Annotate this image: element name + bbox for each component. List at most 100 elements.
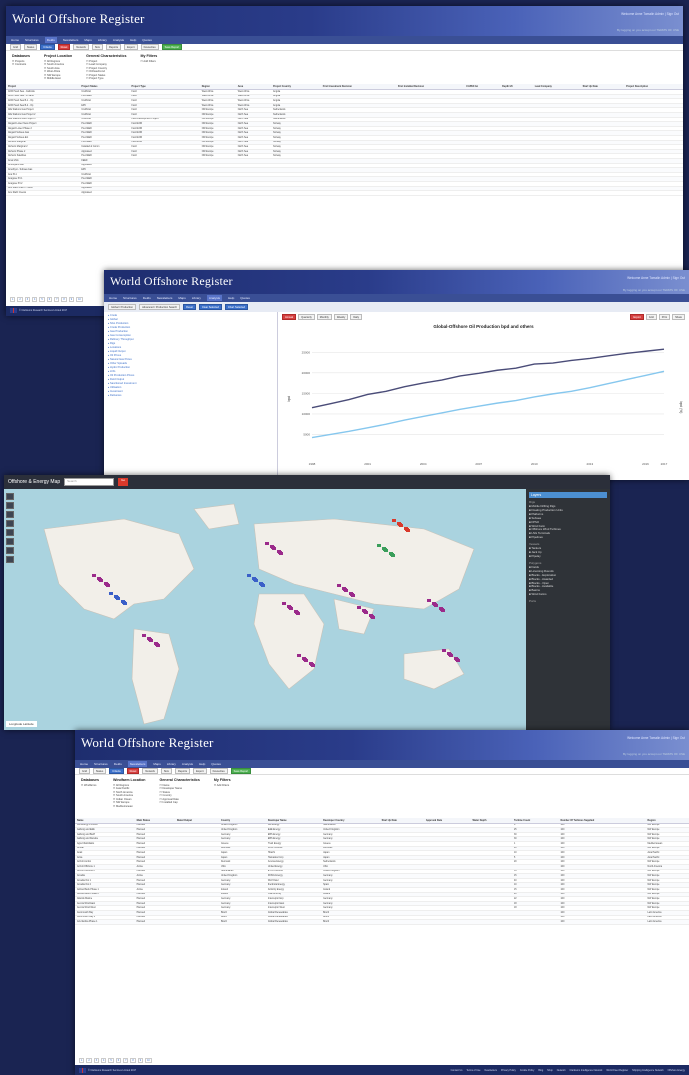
chart-tab-annual[interactable]: Annual: [282, 314, 297, 320]
page-link[interactable]: 7: [54, 297, 60, 302]
legend-layer-toggle[interactable]: ■ Pipelay: [529, 554, 607, 559]
status-button[interactable]: Status: [23, 44, 38, 50]
export-button[interactable]: Export: [124, 44, 138, 50]
export-button[interactable]: Export: [630, 314, 644, 320]
nav-item-home[interactable]: Home: [11, 38, 19, 42]
page-link[interactable]: 3: [93, 1058, 100, 1063]
global-production-tab[interactable]: Global / Production: [108, 304, 137, 310]
map-search-button[interactable]: Go: [118, 478, 129, 486]
footer-link[interactable]: Cookie Policy: [520, 1069, 534, 1072]
network-button[interactable]: Network: [142, 768, 158, 774]
terms-of-use-link[interactable]: By logging on you accept our TERMS OF US…: [617, 28, 679, 32]
asset-marker[interactable]: [362, 609, 366, 612]
chart-tab-quarterly[interactable]: Quarterly: [298, 314, 315, 320]
nav-item-fields[interactable]: Fields: [114, 762, 122, 766]
map-search-input[interactable]: Search: [64, 478, 115, 486]
page-link[interactable]: 8: [130, 1058, 136, 1063]
page-link[interactable]: 4: [32, 297, 38, 302]
asset-marker[interactable]: [97, 577, 101, 580]
nav-item-newsletters[interactable]: Newsletters: [127, 761, 148, 767]
nav-item-quotes[interactable]: Quotes: [240, 296, 250, 300]
nav-item-home[interactable]: Home: [80, 762, 88, 766]
nav-item-structures[interactable]: Structures: [123, 296, 137, 300]
grid-button[interactable]: Grid: [79, 768, 90, 774]
size-button[interactable]: Size: [160, 768, 172, 774]
filter-option[interactable]: ☐ Project Type: [86, 77, 126, 81]
print-button[interactable]: Print: [658, 314, 671, 320]
asset-marker[interactable]: [337, 584, 341, 587]
footer-link[interactable]: Terms of Use: [466, 1069, 480, 1072]
reports-button[interactable]: Reports: [105, 44, 122, 50]
asset-marker[interactable]: [342, 587, 346, 590]
asset-marker[interactable]: [252, 577, 256, 580]
asset-marker[interactable]: [154, 642, 158, 645]
footer-link[interactable]: Privacy Policy: [501, 1069, 516, 1072]
asset-marker[interactable]: [377, 544, 381, 547]
footer-link[interactable]: World Fleet Register: [606, 1069, 628, 1072]
status-button[interactable]: Status: [92, 768, 107, 774]
size-button[interactable]: Size: [91, 44, 103, 50]
nav-item-newsletters[interactable]: Newsletters: [157, 296, 173, 300]
save-report-button[interactable]: Save Report: [230, 768, 252, 774]
nav-item-maps[interactable]: Maps: [153, 762, 160, 766]
nav-item-fields[interactable]: Fields: [44, 37, 57, 43]
page-link[interactable]: 1: [10, 297, 16, 302]
world-map[interactable]: [4, 489, 524, 730]
nav-item-analysis[interactable]: Analysis: [113, 38, 124, 42]
criteria-button[interactable]: Criteria: [40, 44, 55, 50]
network-button[interactable]: Network: [73, 44, 89, 50]
nav-item-structures[interactable]: Structures: [25, 38, 39, 42]
legend-layer-toggle[interactable]: ■ Pipelines: [529, 535, 607, 540]
asset-marker[interactable]: [121, 600, 125, 603]
page-link[interactable]: 1: [79, 1058, 85, 1063]
asset-marker[interactable]: [404, 527, 408, 530]
footer-link[interactable]: Clarksons Intelligence Network: [570, 1069, 603, 1072]
asset-marker[interactable]: [389, 552, 393, 555]
asset-marker[interactable]: [392, 519, 396, 522]
nav-item-structures[interactable]: Structures: [94, 762, 108, 766]
grid-button[interactable]: Grid: [645, 314, 657, 320]
footer-link[interactable]: Shipping Intelligence Network: [632, 1069, 664, 1072]
asset-marker[interactable]: [302, 657, 306, 660]
asset-marker[interactable]: [427, 599, 431, 602]
chart-tab-daily[interactable]: Daily: [350, 314, 363, 320]
asset-marker[interactable]: [259, 582, 263, 585]
clear-selected-tab[interactable]: Clear Selected: [198, 304, 222, 310]
reset-tab[interactable]: Reset: [183, 304, 196, 310]
favourites-button[interactable]: Favourites: [140, 44, 159, 50]
footer-link[interactable]: Offshore Energy: [668, 1069, 685, 1072]
asset-marker[interactable]: [349, 592, 353, 595]
page-link[interactable]: 8: [61, 297, 67, 302]
filter-option[interactable]: ☐ Add Filters: [141, 60, 158, 64]
asset-marker[interactable]: [265, 542, 269, 545]
tree-node[interactable]: ▸ Deliveries: [108, 394, 273, 398]
page-link[interactable]: 3: [24, 297, 31, 302]
asset-marker[interactable]: [442, 649, 446, 652]
asset-marker[interactable]: [282, 602, 286, 605]
chart-selected-tab[interactable]: Chart Selected: [224, 304, 249, 310]
nav-item-home[interactable]: Home: [109, 296, 117, 300]
asset-marker[interactable]: [287, 605, 291, 608]
filter-option[interactable]: ☐ Middle East: [44, 77, 72, 81]
nav-item-fields[interactable]: Fields: [143, 296, 151, 300]
nav-item-quotes[interactable]: Quotes: [211, 762, 221, 766]
legend-layer-toggle[interactable]: ■ Wind Farms: [529, 592, 607, 597]
user-welcome[interactable]: Welcome Anne Tomalin Admin | Sign Out: [627, 276, 685, 280]
footer-link[interactable]: Contact Us: [451, 1069, 463, 1072]
page-link[interactable]: 10: [76, 297, 83, 302]
favourites-button[interactable]: Favourites: [209, 768, 228, 774]
page-link[interactable]: 6: [46, 297, 53, 302]
filter-option[interactable]: ☐ Mediterranean: [113, 805, 146, 809]
asset-marker[interactable]: [142, 634, 146, 637]
nav-item-library[interactable]: Library: [98, 38, 107, 42]
asset-marker[interactable]: [247, 574, 251, 577]
filter-option[interactable]: ☐ Windfarms: [81, 784, 99, 788]
page-link[interactable]: 4: [101, 1058, 107, 1063]
footer-link[interactable]: Blog: [538, 1069, 543, 1072]
nav-item-help[interactable]: Help: [199, 762, 205, 766]
nav-item-newsletters[interactable]: Newsletters: [63, 38, 79, 42]
save-report-button[interactable]: Save Report: [161, 44, 183, 50]
table-row[interactable]: Azul Eolica Phase 1 Planned Brazil Global R…: [75, 919, 689, 925]
asset-marker[interactable]: [270, 545, 274, 548]
nav-item-help[interactable]: Help: [130, 38, 136, 42]
